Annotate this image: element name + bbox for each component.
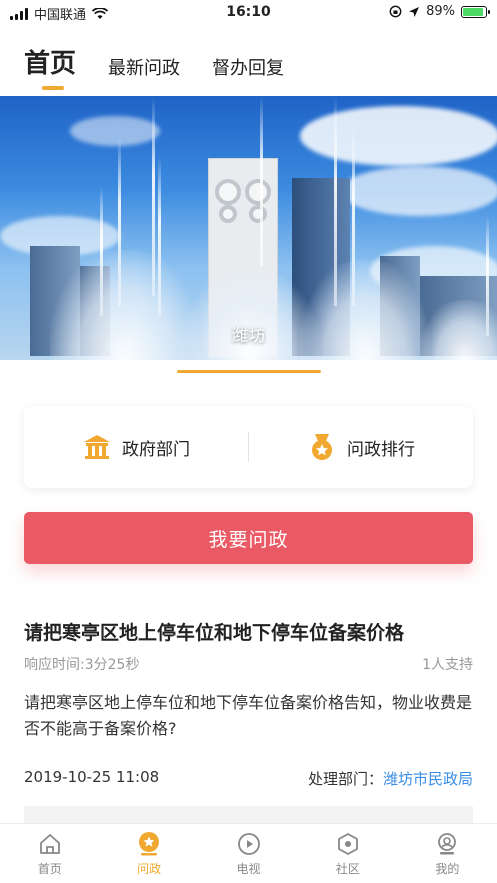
banner-carousel[interactable]: 潍坊 — [0, 96, 497, 360]
bottom-navigation: 首页 问政 电视 社区 我的 — [0, 823, 497, 883]
status-bar: 中国联通 16:10 89% — [0, 0, 497, 26]
quick-links-card: 政府部门 问政排行 — [24, 406, 473, 488]
supporter-count: 1人支持 — [422, 657, 473, 673]
active-tab-indicator — [42, 86, 64, 90]
nav-community-label: 社区 — [335, 861, 360, 876]
battery-icon — [461, 5, 490, 18]
question-star-icon — [136, 831, 162, 857]
play-icon — [236, 831, 262, 857]
location-icon — [409, 6, 420, 17]
tab-supervision-replies[interactable]: 督办回复 — [212, 54, 284, 90]
nav-home[interactable]: 首页 — [0, 824, 99, 883]
handling-department: 处理部门：潍坊市民政局 — [308, 768, 473, 789]
orientation-lock-icon — [389, 5, 402, 18]
battery-percent: 89% — [426, 4, 455, 19]
nav-questions-label: 问政 — [137, 861, 162, 876]
tab-latest-questions[interactable]: 最新问政 — [108, 54, 180, 90]
question-footer: 2019-10-25 11:08 处理部门：潍坊市民政局 — [24, 768, 473, 789]
nav-tv[interactable]: 电视 — [199, 824, 298, 883]
question-card[interactable]: 请把寒亭区地上停车位和地下停车位备案价格 响应时间:3分25秒 1人支持 请把寒… — [24, 620, 473, 788]
response-time: 响应时间:3分25秒 — [24, 657, 140, 673]
nav-profile-label: 我的 — [435, 861, 460, 876]
building-icon — [82, 432, 112, 462]
tab-latest-questions-label: 最新问政 — [108, 58, 181, 79]
carousel-indicator[interactable] — [177, 370, 321, 373]
community-icon — [335, 831, 361, 857]
question-date: 2019-10-25 11:08 — [24, 768, 160, 786]
question-ranking-link[interactable]: 问政排行 — [249, 406, 473, 488]
status-right: 89% — [389, 4, 490, 19]
tab-home[interactable]: 首页 — [24, 43, 76, 90]
government-departments-link[interactable]: 政府部门 — [24, 406, 248, 488]
question-ranking-label: 问政排行 — [347, 439, 415, 460]
question-body: 请把寒亭区地上停车位和地下停车位备案价格告知，物业收费是否不能高于备案价格? — [24, 693, 473, 738]
nav-profile[interactable]: 我的 — [398, 824, 497, 883]
profile-icon — [434, 831, 460, 857]
nav-community[interactable]: 社区 — [298, 824, 397, 883]
nav-tv-label: 电视 — [236, 861, 261, 876]
nav-questions[interactable]: 问政 — [99, 824, 198, 883]
handling-department-link[interactable]: 潍坊市民政局 — [383, 770, 473, 788]
question-title[interactable]: 请把寒亭区地上停车位和地下停车位备案价格 — [24, 620, 473, 646]
tab-home-label: 首页 — [24, 49, 77, 79]
tab-supervision-replies-label: 督办回复 — [212, 58, 285, 79]
nav-home-label: 首页 — [37, 861, 62, 876]
home-icon — [37, 831, 63, 857]
banner-caption: 潍坊 — [231, 326, 266, 346]
government-departments-label: 政府部门 — [122, 439, 190, 460]
medal-icon — [307, 432, 337, 462]
top-tab-bar: 首页 最新问政 督办回复 — [24, 40, 284, 90]
question-meta: 响应时间:3分25秒 1人支持 — [24, 654, 473, 674]
handling-department-label: 处理部门： — [307, 770, 383, 788]
ask-question-button[interactable]: 我要问政 — [24, 512, 473, 564]
